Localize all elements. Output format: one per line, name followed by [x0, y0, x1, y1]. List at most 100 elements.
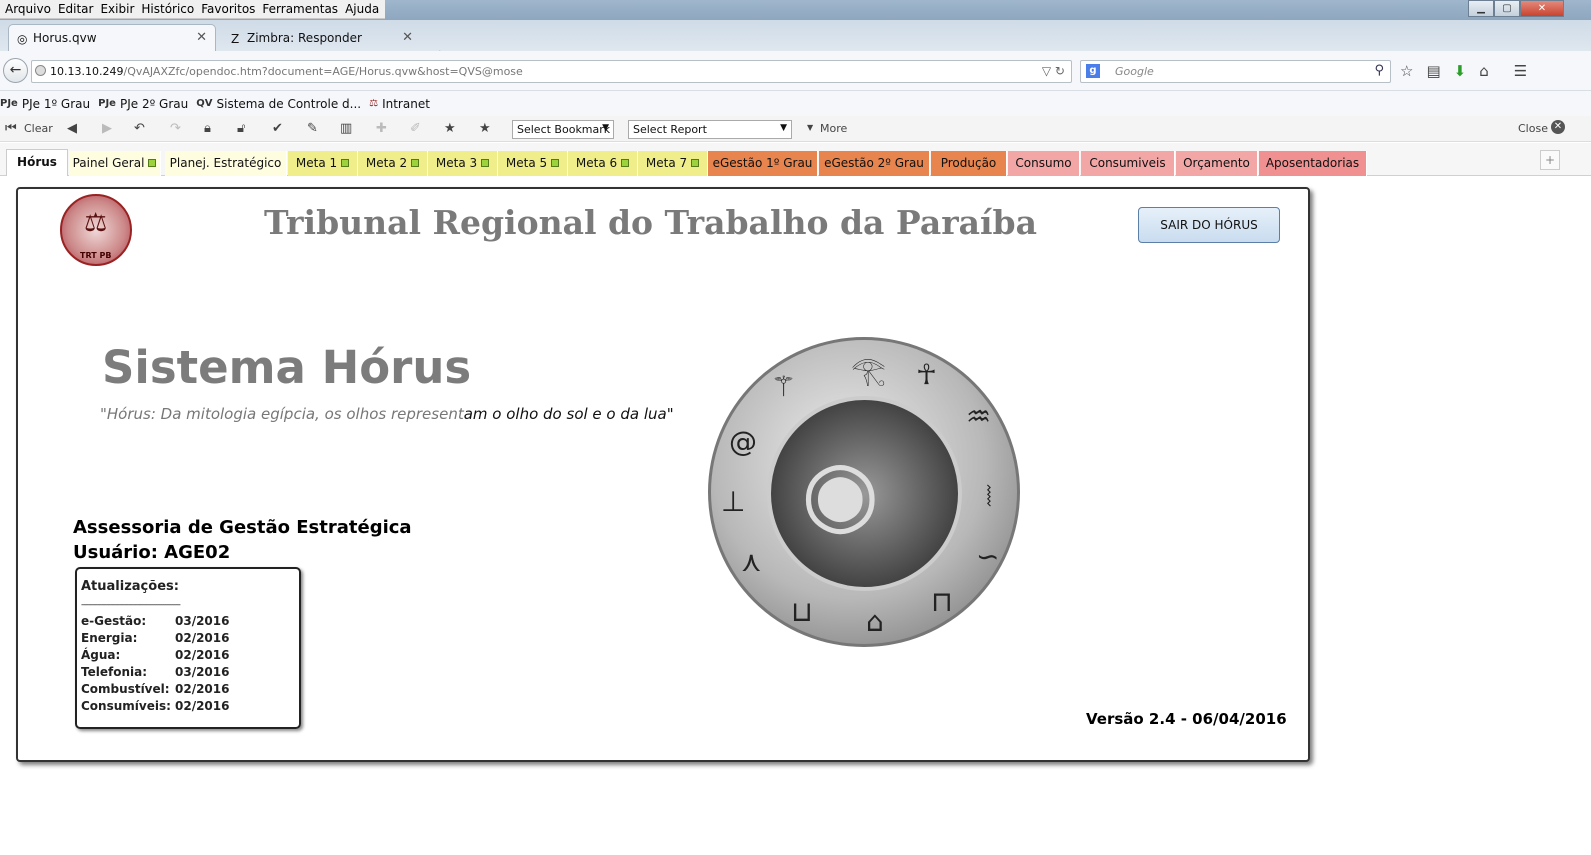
close-tab-icon[interactable]: ✕ [196, 30, 207, 45]
hieroglyph-icon: ⦚ [986, 480, 992, 513]
search-icon[interactable]: ⚲ [1374, 63, 1384, 78]
tab-egestao-1-grau[interactable]: eGestão 1º Grau [708, 151, 818, 176]
menu-exibir[interactable]: Exibir [97, 0, 138, 18]
qlikview-toolbar: ⏮ Clear ◀ ▶ ↶ ↷ 🔒︎ 🔓︎ ✔ ✎ ▥ ✚ ✐ ★ ★ Sele… [0, 116, 1591, 142]
url-host: 10.13.10.249 [50, 65, 124, 78]
user-info: Assessoria de Gestão Estratégica Usuário… [73, 515, 412, 565]
add-bookmark-icon[interactable]: ★ [444, 121, 456, 136]
more-button[interactable]: More [820, 122, 847, 135]
menu-ferramentas[interactable]: Ferramentas [259, 0, 342, 18]
update-value: 03/2016 [175, 614, 230, 628]
tab-orcamento[interactable]: Orçamento [1176, 151, 1258, 176]
chart-icon[interactable]: ▥ [340, 121, 352, 136]
search-input[interactable]: g Google ⚲ [1080, 60, 1391, 83]
tab-consumo[interactable]: Consumo [1008, 151, 1080, 176]
tab-meta-5[interactable]: Meta 5 [498, 151, 568, 176]
tab-label: Consumiveis [1089, 156, 1166, 170]
menu-historico[interactable]: Histórico [138, 0, 198, 18]
bookmark-sistema[interactable]: Sistema de Controle d... [217, 97, 362, 111]
update-key: Água: [81, 648, 121, 662]
add-sheet-icon[interactable]: + [1540, 150, 1560, 170]
browser-tab-label: Zimbra: Responder [247, 31, 362, 45]
maximize-icon[interactable]: ▢ [1494, 0, 1520, 17]
tab-consumiveis[interactable]: Consumiveis [1081, 151, 1175, 176]
home-icon[interactable]: ⌂ [1479, 62, 1489, 80]
list-item: Consumíveis: 02/2016 [81, 698, 299, 715]
bookmark-pje1[interactable]: PJe 1º Grau [22, 97, 90, 111]
hieroglyph-icon: ♒ [966, 400, 992, 433]
clear-button[interactable]: Clear [24, 122, 53, 135]
browser-tab-horus[interactable]: ◎ Horus.qvw ✕ [8, 24, 216, 51]
clipboard-icon[interactable]: ▤ [1426, 62, 1440, 80]
forward-icon[interactable]: ▶ [102, 121, 112, 136]
select-bookmark-dropdown[interactable]: Select Bookmark ▼ [512, 120, 614, 139]
list-item: Telefonia: 03/2016 [81, 664, 299, 681]
version-label: Versão 2.4 - 06/04/2016 [1086, 710, 1287, 728]
google-icon: g [1086, 64, 1100, 78]
star-icon[interactable]: ☆ [1400, 62, 1413, 80]
tab-meta-6[interactable]: Meta 6 [568, 151, 638, 176]
clear-icon[interactable]: ⏮ [5, 121, 17, 136]
tab-label: Orçamento [1183, 156, 1250, 170]
pje-icon: PJe [0, 98, 18, 109]
tab-label: eGestão 2º Grau [824, 156, 924, 170]
back-icon[interactable]: ◀ [67, 121, 77, 136]
tab-meta-3[interactable]: Meta 3 [428, 151, 498, 176]
url-input[interactable]: 10.13.10.249/QvAJAXZfc/opendoc.htm?docum… [31, 60, 1072, 83]
zimbra-icon: Z [231, 32, 240, 46]
back-arrow-icon[interactable]: ← [3, 58, 28, 83]
hieroglyph-icon: @ [729, 425, 757, 458]
updates-title: Atualizações: [81, 579, 179, 594]
tab-planej-estrategico[interactable]: Planej. Estratégico [165, 151, 287, 176]
tab-egestao-2-grau[interactable]: eGestão 2º Grau [819, 151, 930, 176]
bookmark-icon[interactable]: ★ [479, 121, 491, 136]
hieroglyph-icon: ⋏ [741, 545, 762, 578]
close-icon[interactable]: ✕ [1551, 120, 1565, 134]
lock-icon[interactable]: 🔒︎ [204, 121, 211, 136]
update-key: Combustível: [81, 682, 170, 696]
menu-bar: Arquivo Editar Exibir Histórico Favorito… [0, 0, 1591, 20]
more-arrow-icon: ▼ [807, 123, 814, 132]
check-icon[interactable]: ✔ [272, 121, 283, 136]
edit-icon[interactable]: ✎ [307, 121, 318, 136]
tab-label: Meta 1 [295, 156, 338, 170]
browser-tab-zimbra[interactable]: Z Zimbra: Responder ✕ [222, 24, 422, 51]
select-report-dropdown[interactable]: Select Report ▼ [628, 120, 792, 139]
bookmarks-bar: PJe PJe 1º Grau PJe PJe 2º Grau QV Sistema … [0, 91, 1591, 116]
status-dot-icon [148, 159, 157, 167]
download-icon[interactable]: ⬇ [1454, 62, 1467, 80]
tab-horus[interactable]: Hórus [6, 149, 68, 176]
tab-painel-geral[interactable]: Painel Geral [69, 151, 161, 176]
update-key: Energia: [81, 631, 138, 645]
menu-arquivo[interactable]: Arquivo [2, 0, 55, 18]
system-title: Sistema Hórus [102, 341, 472, 394]
tab-meta-2[interactable]: Meta 2 [358, 151, 428, 176]
status-dot-icon [411, 159, 420, 167]
tab-meta-7[interactable]: Meta 7 [638, 151, 708, 176]
unlock-icon[interactable]: 🔓︎ [237, 121, 245, 136]
hamburger-menu-icon[interactable]: ☰ [1514, 62, 1527, 80]
bookmark-pje2[interactable]: PJe 2º Grau [120, 97, 188, 111]
close-tab-icon[interactable]: ✕ [402, 30, 413, 45]
pin-icon[interactable]: ✐ [410, 121, 421, 136]
tab-producao[interactable]: Produção [931, 151, 1007, 176]
exit-button[interactable]: SAIR DO HÓRUS [1138, 207, 1280, 243]
hieroglyph-icon: 𓂀 [851, 354, 886, 387]
close-button[interactable]: Close [1518, 122, 1548, 135]
tab-aposentadorias[interactable]: Aposentadorias [1259, 151, 1367, 176]
close-window-icon[interactable]: ✕ [1520, 0, 1564, 17]
list-item: Água: 02/2016 [81, 647, 299, 664]
reload-icon[interactable]: ▽ ↻ [1042, 64, 1065, 78]
menu-editar[interactable]: Editar [55, 0, 98, 18]
scales-icon: ⚖ [369, 98, 379, 109]
menu-favoritos[interactable]: Favoritos [198, 0, 259, 18]
menu-ajuda[interactable]: Ajuda [342, 0, 383, 18]
undo-icon[interactable]: ↶ [134, 121, 145, 136]
minimize-icon[interactable]: ▁ [1468, 0, 1494, 17]
bookmark-intranet[interactable]: Intranet [382, 97, 430, 111]
tab-label: eGestão 1º Grau [712, 156, 813, 170]
add-icon[interactable]: ✚ [376, 121, 387, 136]
tab-meta-1[interactable]: Meta 1 [288, 151, 358, 176]
qlikview-icon: ◎ [17, 32, 28, 46]
redo-icon[interactable]: ↷ [170, 121, 181, 136]
